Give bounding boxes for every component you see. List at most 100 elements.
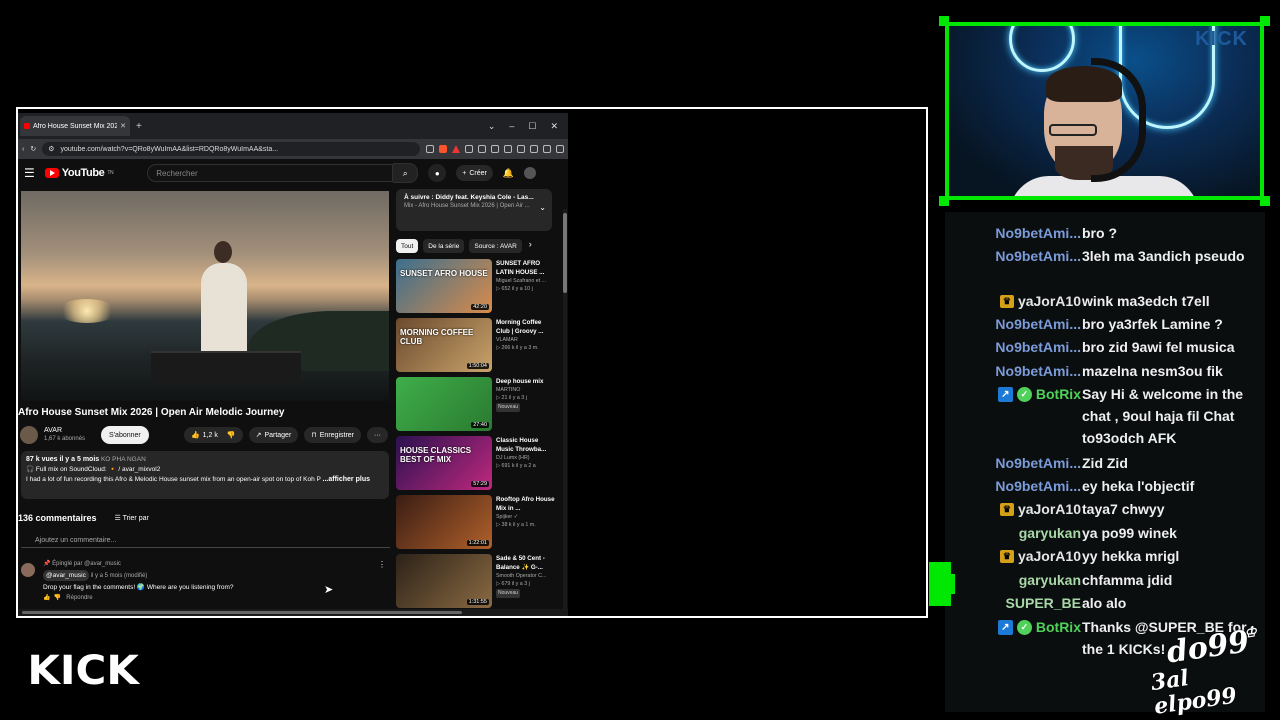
- chat-username[interactable]: No9betAmi...: [995, 452, 1081, 474]
- chat-username[interactable]: SUPER_BE: [1006, 592, 1081, 614]
- scrollbar-thumb[interactable]: [563, 213, 567, 293]
- subscribe-button[interactable]: S'abonner: [101, 426, 149, 444]
- new-tab-button[interactable]: +: [136, 121, 142, 132]
- minimize-button[interactable]: –: [509, 121, 514, 132]
- brave-rewards-icon[interactable]: [452, 145, 460, 153]
- video-thumbnail[interactable]: MORNING COFFEE CLUB 1:50:04: [396, 318, 492, 372]
- chip-source[interactable]: Source : AVAR: [469, 239, 522, 253]
- video-player[interactable]: [21, 191, 389, 401]
- subscriber-count: 1,67 k abonnés: [44, 436, 86, 442]
- recommended-video[interactable]: 27:40 Deep house mix MARTINO ▷ 21 il y a 3 …: [396, 377, 556, 433]
- sort-comments-button[interactable]: ☰ Trier par: [115, 514, 149, 522]
- location-tag[interactable]: KO PHA NGAN: [101, 456, 146, 463]
- chat-username[interactable]: No9betAmi...: [995, 475, 1081, 497]
- video-channel[interactable]: DJ Lumx (HR): [496, 454, 556, 462]
- video-channel[interactable]: VLAMAR: [496, 336, 556, 344]
- video-channel[interactable]: MARTINO: [496, 386, 556, 394]
- recommended-video[interactable]: HOUSE CLASSICS BEST OF MIX 57:29 Classic H…: [396, 436, 556, 492]
- pinned-comment: 📌 Épinglé par @avar_music @avar_music il…: [21, 559, 386, 604]
- close-tab-icon[interactable]: ✕: [120, 122, 126, 130]
- chat-username[interactable]: garyukan: [1019, 522, 1081, 544]
- chat-username[interactable]: garyukan: [1019, 569, 1081, 591]
- wallet-icon[interactable]: [517, 145, 525, 153]
- video-title[interactable]: Morning Coffee Club | Groovy ...: [496, 318, 556, 336]
- chevron-down-icon[interactable]: ⌄: [539, 203, 546, 212]
- url-field[interactable]: ⚙ youtube.com/watch?v=QRo8yWuImAA&list=R…: [42, 142, 420, 156]
- extension-icon[interactable]: [465, 145, 473, 153]
- download-icon[interactable]: [478, 145, 486, 153]
- voice-search-button[interactable]: ●: [428, 164, 447, 182]
- notifications-bell-icon[interactable]: 🔔: [503, 168, 514, 179]
- video-title[interactable]: Deep house mix: [496, 377, 556, 386]
- comment-avatar[interactable]: [21, 563, 35, 577]
- video-title[interactable]: Sade & 50 Cent - Balance ✨ G-...: [496, 554, 556, 572]
- account-avatar[interactable]: [524, 167, 537, 179]
- search-input[interactable]: Rechercher: [147, 164, 394, 182]
- chat-username[interactable]: No9betAmi...: [995, 245, 1081, 267]
- video-thumbnail[interactable]: 1:22:01: [396, 495, 492, 549]
- recommended-video[interactable]: SUNSET AFRO HOUSE 42:20 SUNSET AFRO LATIN …: [396, 259, 556, 315]
- video-thumbnail[interactable]: SUNSET AFRO HOUSE 42:20: [396, 259, 492, 313]
- chat-username[interactable]: No9betAmi...: [995, 360, 1081, 382]
- frame-corner: [939, 196, 949, 206]
- more-actions-button[interactable]: ···: [367, 427, 388, 443]
- add-comment-input[interactable]: Ajoutez un commentaire...: [21, 535, 390, 548]
- youtube-logo[interactable]: YouTube TN: [44, 167, 114, 179]
- vertical-scrollbar[interactable]: [563, 209, 567, 616]
- video-title[interactable]: SUNSET AFRO LATIN HOUSE ...: [496, 259, 556, 277]
- chat-username[interactable]: ♛ yaJorA10: [999, 545, 1081, 567]
- tab-search-icon[interactable]: ⌄: [488, 121, 496, 132]
- vpn-icon[interactable]: [530, 145, 538, 153]
- video-channel[interactable]: Miguel Szafrano et ...: [496, 277, 556, 285]
- thumbs-down-icon[interactable]: 👎: [227, 431, 236, 439]
- media-icon[interactable]: [491, 145, 499, 153]
- recommended-video[interactable]: 1:22:01 Rooftop Afro House Mix in ... Spij…: [396, 495, 556, 551]
- search-button[interactable]: ⌕: [393, 163, 419, 183]
- maximize-button[interactable]: ☐: [528, 121, 536, 132]
- chevron-right-icon[interactable]: ›: [529, 239, 532, 253]
- channel-name[interactable]: AVAR: [44, 426, 85, 435]
- show-more-link[interactable]: ...afficher plus: [323, 476, 370, 483]
- video-title[interactable]: Rooftop Afro House Mix in ...: [496, 495, 556, 513]
- recommended-video[interactable]: MORNING COFFEE CLUB 1:50:04 Morning Coffee…: [396, 318, 556, 374]
- sidebar-icon[interactable]: [504, 145, 512, 153]
- reload-icon[interactable]: ↻: [30, 145, 36, 153]
- back-icon[interactable]: ‹: [22, 146, 24, 153]
- chat-username[interactable]: ♛ yaJorA10: [999, 498, 1081, 520]
- chat-username[interactable]: ♛ yaJorA10: [999, 290, 1081, 312]
- video-thumbnail[interactable]: HOUSE CLASSICS BEST OF MIX 57:29: [396, 436, 492, 490]
- brave-shield-icon[interactable]: [439, 145, 447, 153]
- video-title[interactable]: Classic House Music Throwba...: [496, 436, 556, 454]
- recommended-video[interactable]: 1:31:55 Sade & 50 Cent - Balance ✨ G-... S…: [396, 554, 556, 610]
- chat-username[interactable]: ↗ ✓ BotRix: [997, 616, 1081, 638]
- channel-avatar[interactable]: [20, 426, 38, 444]
- up-next-panel[interactable]: À suivre : Diddy feat. Keyshia Cole - La…: [396, 189, 552, 231]
- share-button[interactable]: ↗ Partager: [248, 427, 299, 443]
- create-button[interactable]: + Créer: [456, 165, 493, 181]
- site-info-icon[interactable]: ⚙: [48, 145, 54, 153]
- browser-tab[interactable]: Afro House Sunset Mix 2026 ✕: [20, 116, 130, 136]
- video-channel[interactable]: Smooth Operator C...: [496, 572, 556, 580]
- chat-username[interactable]: No9betAmi...: [995, 336, 1081, 358]
- reply-button[interactable]: Répondre: [66, 595, 92, 601]
- comment-handle[interactable]: @avar_music: [43, 570, 89, 581]
- close-window-button[interactable]: ✕: [550, 121, 558, 132]
- hamburger-menu-icon[interactable]: ☰: [24, 166, 35, 180]
- save-button[interactable]: ⊓ Enregistrer: [304, 427, 361, 443]
- comment-menu-icon[interactable]: ⋮: [378, 559, 386, 570]
- video-thumbnail[interactable]: 27:40: [396, 377, 492, 431]
- like-button[interactable]: 👍 1,2 k 👎: [183, 427, 243, 443]
- video-description[interactable]: 87 k vues il y a 5 mois KO PHA NGAN 🎧 Fu…: [21, 451, 389, 499]
- chip-all[interactable]: Tout: [396, 239, 419, 253]
- chat-username[interactable]: No9betAmi...: [995, 313, 1081, 335]
- hscrollbar-thumb[interactable]: [22, 611, 462, 614]
- horizontal-scrollbar[interactable]: [18, 609, 568, 616]
- cast-icon[interactable]: [426, 145, 434, 153]
- profile-icon[interactable]: [543, 145, 551, 153]
- video-channel[interactable]: Spijker ✓: [496, 513, 556, 521]
- chip-series[interactable]: De la série: [423, 239, 465, 253]
- chat-username[interactable]: ↗ ✓ BotRix: [997, 383, 1081, 405]
- chat-username[interactable]: No9betAmi...: [995, 222, 1081, 244]
- menu-icon[interactable]: [556, 145, 564, 153]
- video-thumbnail[interactable]: 1:31:55: [396, 554, 492, 608]
